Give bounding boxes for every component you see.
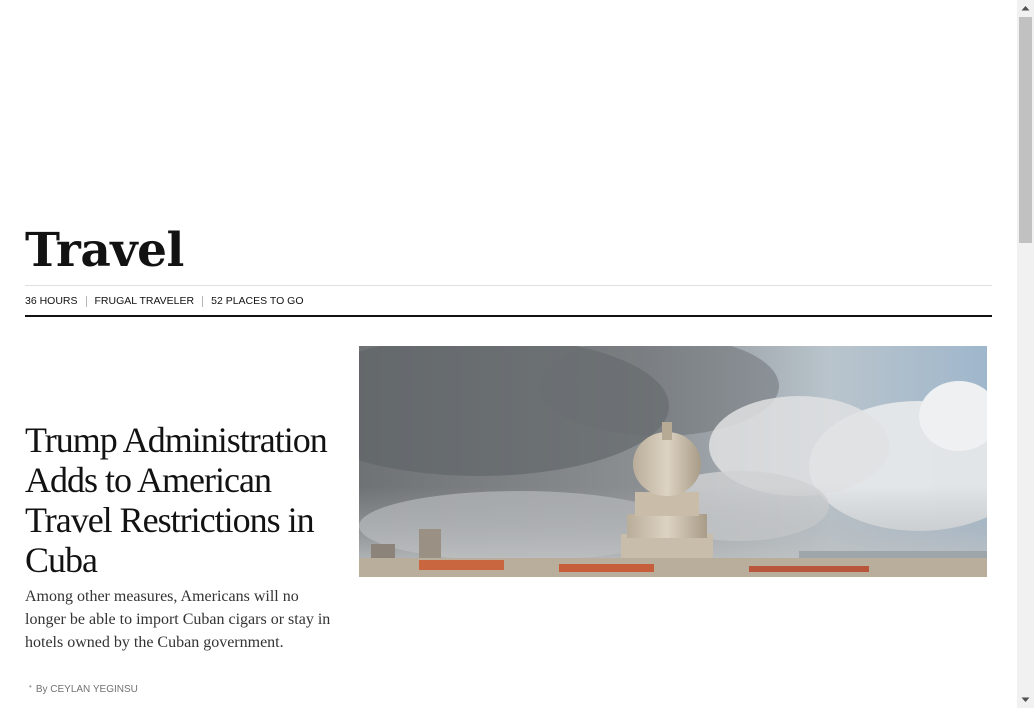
subnav-separator	[202, 295, 204, 307]
subnav-item-frugal-traveler[interactable]: FRUGAL TRAVELER	[95, 295, 195, 307]
story-image[interactable]	[359, 346, 987, 577]
triangle-up-icon[interactable]	[1017, 0, 1034, 17]
header-divider	[25, 285, 992, 286]
story-byline: • By CEYLAN YEGINSU	[29, 682, 138, 695]
scrollbar-thumb[interactable]	[1019, 17, 1032, 243]
story-headline[interactable]: Trump Administration Adds to American Tr…	[25, 420, 335, 580]
section-subnav: 36 HOURS FRUGAL TRAVELER 52 PLACES TO GO	[25, 294, 304, 308]
subnav-separator	[85, 295, 87, 307]
bullet-icon: •	[29, 682, 32, 691]
byline-text: By CEYLAN YEGINSU	[35, 684, 138, 695]
triangle-down-icon[interactable]	[1017, 691, 1034, 708]
section-title[interactable]: Travel	[25, 222, 184, 280]
story-summary: Among other measures, Americans will no …	[25, 588, 331, 651]
vertical-scrollbar[interactable]	[1017, 0, 1034, 708]
subnav-item-36-hours[interactable]: 36 HOURS	[25, 295, 78, 307]
page: Travel 36 HOURS FRUGAL TRAVELER 52 PLACE…	[0, 0, 1017, 708]
subnav-item-52-places[interactable]: 52 PLACES TO GO	[211, 295, 303, 307]
section-rule	[25, 315, 992, 317]
